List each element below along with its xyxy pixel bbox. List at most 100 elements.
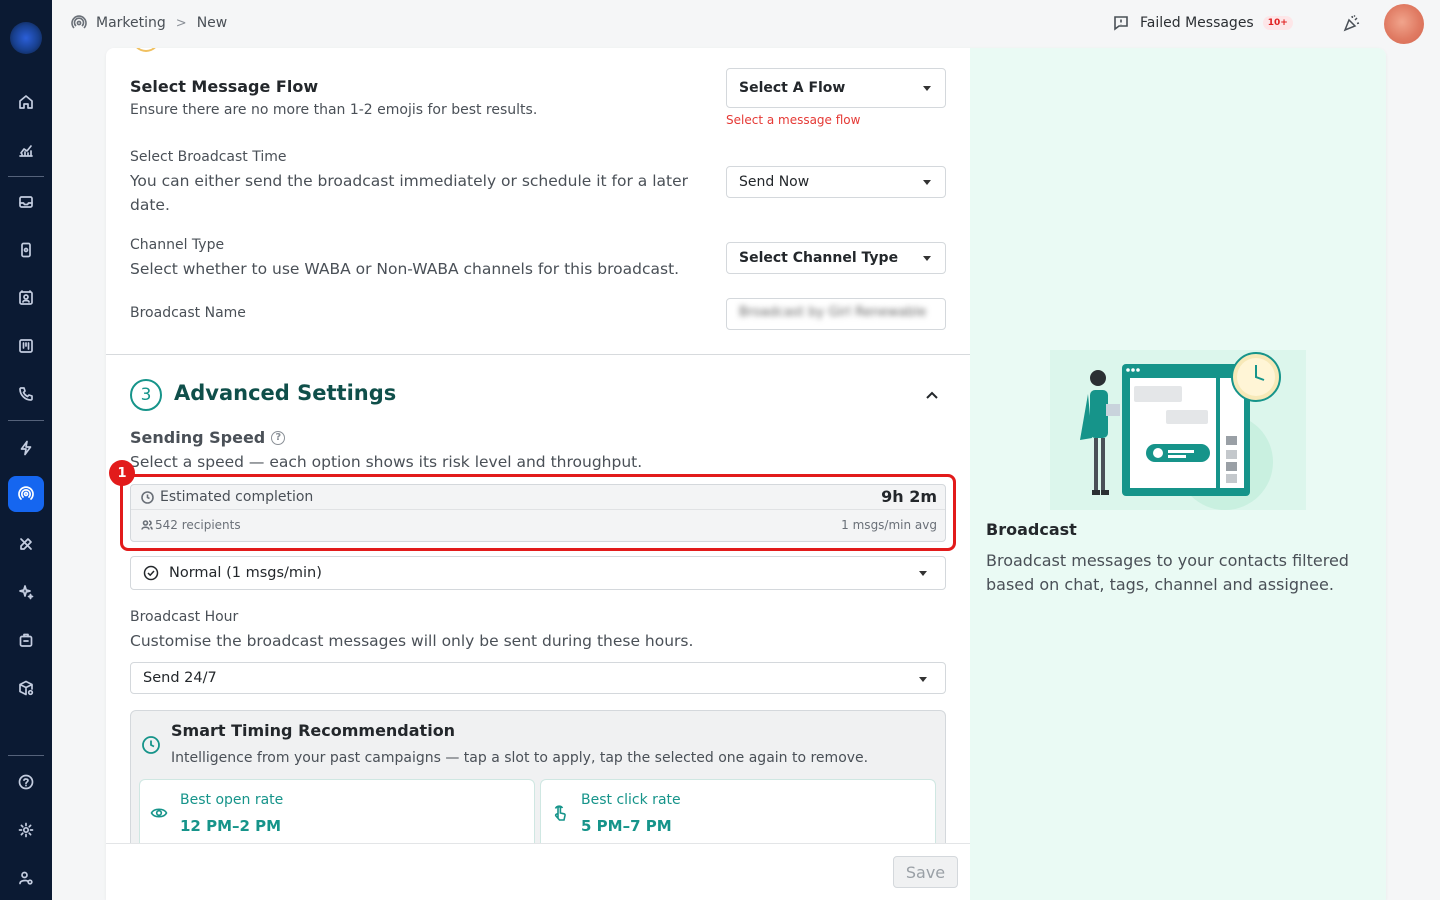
channel-type-select[interactable]: Select Channel Type [726, 242, 946, 274]
sidebar-divider [8, 420, 44, 421]
analytics-icon[interactable] [8, 132, 44, 168]
users-icon [141, 520, 153, 530]
recipients-text: 542 recipients [155, 518, 241, 532]
failed-messages-button[interactable]: Failed Messages 10+ [1112, 14, 1293, 32]
message-flow-select-value: Select A Flow [739, 80, 846, 96]
phone-icon[interactable] [8, 376, 44, 412]
message-flow-select[interactable]: Select A Flow [726, 68, 946, 108]
sparkle-icon[interactable] [8, 574, 44, 610]
broadcast-icon[interactable] [8, 476, 44, 512]
slot-best-click-rate[interactable]: Best click rate 5 PM–7 PM [540, 779, 936, 849]
broadcast-hour-value: Send 24/7 [143, 670, 217, 686]
broadcast-icon [71, 15, 87, 29]
pointer-icon [551, 804, 569, 822]
save-button[interactable]: Save [893, 856, 958, 888]
caret-down-icon [923, 180, 931, 185]
info-title: Broadcast [986, 520, 1077, 539]
home-icon[interactable] [8, 84, 44, 120]
smart-timing-description: Intelligence from your past campaigns — … [171, 750, 869, 766]
caret-down-icon [919, 571, 927, 576]
help-icon[interactable] [8, 764, 44, 800]
broadcast-hour-select[interactable]: Send 24/7 [130, 662, 946, 694]
smart-timing-panel: Smart Timing Recommendation Intelligence… [130, 710, 946, 850]
chevron-right-icon: > [175, 15, 187, 31]
caret-down-icon [923, 86, 931, 91]
breadcrumb: Marketing > New [70, 14, 227, 32]
advanced-settings-title: Advanced Settings [174, 381, 397, 405]
message-flow-error: Select a message flow [726, 113, 861, 127]
rate-average: 1 msgs/min avg [841, 518, 937, 532]
clock-icon [141, 735, 161, 755]
broadcast-hour-description: Customise the broadcast messages will on… [130, 632, 694, 650]
recipients-count: 542 recipients [141, 518, 241, 532]
settings-icon[interactable] [8, 812, 44, 848]
info-description: Broadcast messages to your contacts filt… [986, 551, 1349, 594]
step-number: 3 [130, 379, 162, 411]
sidebar [0, 0, 52, 900]
briefcase-icon[interactable] [8, 622, 44, 658]
breadcrumb-marketing[interactable]: Marketing [96, 15, 166, 31]
broadcast-time-label: Select Broadcast Time [130, 149, 287, 165]
avatar[interactable] [1384, 4, 1424, 44]
sidebar-divider [8, 755, 44, 756]
broadcast-illustration [1050, 350, 1306, 510]
party-popper-icon[interactable] [1342, 13, 1364, 35]
channel-type-select-value: Select Channel Type [739, 250, 899, 266]
caret-down-icon [923, 256, 931, 261]
estimate-header: Estimated completion 9h 2m [131, 485, 945, 510]
form-panel: Select Message Flow Ensure there are no … [106, 48, 970, 900]
form-footer: Save [106, 843, 970, 900]
slot-time: 12 PM–2 PM [180, 817, 282, 835]
help-circle-icon[interactable]: ? [271, 430, 286, 445]
sending-speed-value: Normal (1 msgs/min) [169, 565, 322, 581]
broadcast-hour-label: Broadcast Hour [130, 609, 239, 625]
broadcast-time-select-value: Send Now [739, 174, 810, 190]
clock-icon [141, 490, 154, 504]
slot-label: Best click rate [581, 792, 681, 808]
logo[interactable] [10, 22, 42, 54]
device-icon[interactable] [8, 232, 44, 268]
chevron-up-icon[interactable] [924, 387, 940, 403]
failed-messages-label: Failed Messages [1140, 15, 1254, 31]
tools-icon[interactable] [8, 526, 44, 562]
smart-timing-title: Smart Timing Recommendation [171, 721, 456, 740]
channel-type-description: Select whether to use WABA or Non-WABA c… [130, 260, 680, 278]
sending-speed-title: Sending Speed ? [130, 428, 286, 447]
inbox-icon[interactable] [8, 184, 44, 220]
sidebar-divider [8, 176, 44, 177]
lightning-icon[interactable] [8, 430, 44, 466]
broadcast-time-description: You can either send the broadcast immedi… [130, 172, 688, 214]
message-flow-description: Ensure there are no more than 1-2 emojis… [130, 102, 538, 118]
section-divider [106, 354, 970, 355]
broadcast-name-value: Broadcast by Girl Renewable [739, 305, 927, 320]
slot-best-open-rate[interactable]: Best open rate 12 PM–2 PM [139, 779, 535, 849]
broadcast-name-label: Broadcast Name [130, 305, 246, 321]
package-settings-icon[interactable] [8, 670, 44, 706]
channel-type-label: Channel Type [130, 237, 225, 253]
message-flow-title: Select Message Flow [130, 77, 319, 96]
estimate-label-text: Estimated completion [160, 489, 314, 505]
caret-down-icon [919, 677, 927, 682]
estimate-label: Estimated completion [141, 489, 313, 505]
info-panel: Broadcast Broadcast messages to your con… [970, 48, 1386, 900]
top-bar: Marketing > New Failed Messages 10+ [52, 0, 1440, 48]
broadcast-name-input[interactable]: Broadcast by Girl Renewable [726, 298, 946, 330]
broadcast-time-select[interactable]: Send Now [726, 166, 946, 198]
failed-count-badge: 10+ [1262, 16, 1293, 30]
sending-speed-label: Sending Speed [130, 428, 266, 447]
alert-message-icon [1114, 16, 1128, 31]
eye-icon [150, 804, 168, 822]
contacts-icon[interactable] [8, 280, 44, 316]
estimate-value: 9h 2m [881, 487, 937, 506]
annotation-marker: 1 [109, 460, 135, 486]
slot-label: Best open rate [180, 792, 284, 808]
check-circle-icon [143, 565, 159, 581]
sending-speed-description: Select a speed — each option shows its r… [130, 453, 643, 471]
slot-time: 5 PM–7 PM [581, 817, 672, 835]
step-indicator [132, 48, 160, 52]
board-icon[interactable] [8, 328, 44, 364]
user-settings-icon[interactable] [8, 860, 44, 896]
broadcast-form-card: Select Message Flow Ensure there are no … [106, 48, 1386, 900]
sending-speed-select[interactable]: Normal (1 msgs/min) [130, 556, 946, 590]
breadcrumb-current: New [196, 15, 228, 31]
